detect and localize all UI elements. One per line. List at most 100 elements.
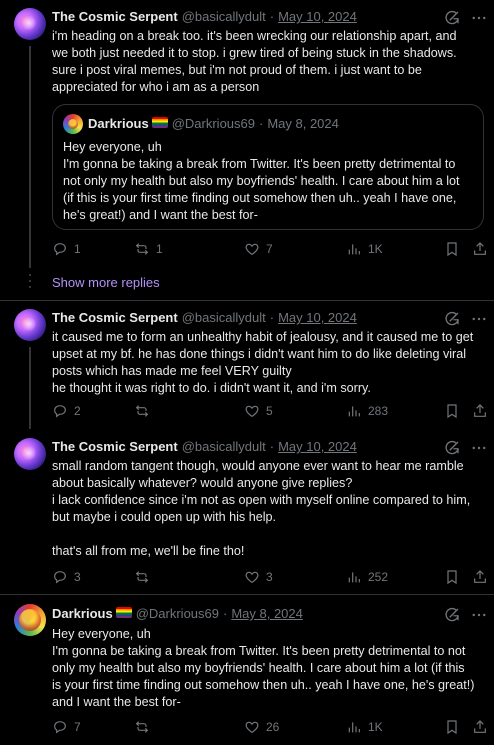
retweet-icon [134, 719, 150, 735]
retweet-icon [134, 241, 150, 257]
reply-icon [52, 403, 68, 419]
display-name[interactable]: Darkrious [52, 606, 113, 621]
grok-icon[interactable] [443, 9, 461, 27]
tweet-1[interactable]: The Cosmic Serpent @basicallydult · May … [0, 0, 494, 270]
like-button[interactable]: 3 [244, 569, 273, 585]
reply-icon [52, 569, 68, 585]
thread-line [29, 46, 31, 268]
grok-icon[interactable] [443, 606, 461, 624]
bookmark-icon [444, 403, 460, 419]
bookmark-button[interactable] [444, 719, 460, 738]
more-icon[interactable] [470, 310, 488, 328]
quote-text: Hey everyone, uh I'm gonna be taking a b… [63, 140, 460, 222]
tweet-actions: 1 1 7 1K [52, 241, 488, 261]
retweet-count: 1 [156, 242, 163, 256]
bookmark-button[interactable] [444, 241, 460, 260]
retweet-icon [134, 403, 150, 419]
share-icon [472, 569, 488, 585]
views-icon [346, 403, 362, 419]
display-name[interactable]: The Cosmic Serpent [52, 9, 178, 24]
share-icon [472, 241, 488, 257]
avatar[interactable] [14, 8, 46, 40]
separator-dot: · [269, 310, 275, 325]
share-icon [472, 403, 488, 419]
share-button[interactable] [472, 569, 488, 588]
reply-count: 7 [74, 720, 81, 734]
views-button[interactable]: 1K [346, 719, 383, 735]
tweet-actions: 7 26 1K [52, 719, 488, 739]
grok-icon[interactable] [443, 439, 461, 457]
avatar[interactable] [14, 604, 46, 636]
like-button[interactable]: 5 [244, 403, 273, 419]
like-icon [244, 569, 260, 585]
views-count: 1K [368, 720, 383, 734]
bookmark-icon [444, 241, 460, 257]
views-icon [346, 719, 362, 735]
views-icon [346, 569, 362, 585]
handle[interactable]: @Darkrious69 [136, 606, 219, 621]
bookmark-button[interactable] [444, 569, 460, 588]
quote-avatar [63, 114, 83, 134]
tweet-text: Hey everyone, uh I'm gonna be taking a b… [52, 627, 475, 709]
share-icon [472, 719, 488, 735]
show-more-replies-link[interactable]: Show more replies [52, 275, 160, 290]
retweet-button[interactable] [134, 403, 156, 419]
reply-button[interactable]: 7 [52, 719, 81, 735]
thread-dots [29, 274, 31, 292]
reply-button[interactable]: 2 [52, 403, 81, 419]
quote-header: Darkrious @Darkrious69 · May 8, 2024 [88, 116, 339, 131]
views-button[interactable]: 283 [346, 403, 388, 419]
handle[interactable]: @basicallydult [182, 439, 266, 454]
separator-dot: · [258, 116, 264, 131]
like-button[interactable]: 26 [244, 719, 279, 735]
grok-icon[interactable] [443, 310, 461, 328]
retweet-button[interactable]: 1 [134, 241, 163, 257]
rainbow-flag-icon [115, 607, 132, 618]
views-button[interactable]: 1K [346, 241, 383, 257]
tweet-date[interactable]: May 8, 2024 [231, 606, 303, 621]
display-name[interactable]: The Cosmic Serpent [52, 310, 178, 325]
like-button[interactable]: 7 [244, 241, 273, 257]
like-count: 7 [266, 242, 273, 256]
tweet-date[interactable]: May 10, 2024 [278, 439, 357, 454]
more-icon[interactable] [470, 439, 488, 457]
display-name[interactable]: The Cosmic Serpent [52, 439, 178, 454]
thread-line [29, 347, 31, 429]
tweet-4[interactable]: Darkrious @Darkrious69 · May 8, 2024 Hey… [0, 595, 494, 745]
tweet-3[interactable]: The Cosmic Serpent @basicallydult · May … [0, 430, 494, 592]
reply-count: 3 [74, 570, 81, 584]
tweet-2[interactable]: The Cosmic Serpent @basicallydult · May … [0, 301, 494, 429]
like-icon [244, 719, 260, 735]
quote-tweet[interactable]: Darkrious @Darkrious69 · May 8, 2024 Hey… [52, 104, 484, 230]
avatar[interactable] [14, 438, 46, 470]
handle[interactable]: @basicallydult [182, 9, 266, 24]
tweet-text: it caused me to form an unhealthy habit … [52, 330, 474, 395]
more-icon[interactable] [470, 606, 488, 624]
bookmark-icon [444, 719, 460, 735]
views-button[interactable]: 252 [346, 569, 388, 585]
retweet-button[interactable] [134, 719, 156, 735]
more-icon[interactable] [470, 9, 488, 27]
like-count: 3 [266, 570, 273, 584]
tweet-text: small random tangent though, would anyon… [52, 459, 471, 558]
quote-date: May 8, 2024 [267, 116, 339, 131]
bookmark-icon [444, 569, 460, 585]
share-button[interactable] [472, 719, 488, 738]
views-icon [346, 241, 362, 257]
separator-dot: · [269, 439, 275, 454]
share-button[interactable] [472, 241, 488, 260]
retweet-button[interactable] [134, 569, 156, 585]
reply-button[interactable]: 1 [52, 241, 81, 257]
handle[interactable]: @basicallydult [182, 310, 266, 325]
views-count: 1K [368, 242, 383, 256]
tweet-date[interactable]: May 10, 2024 [278, 9, 357, 24]
tweet-header: The Cosmic Serpent @basicallydult · May … [52, 9, 357, 24]
views-count: 252 [368, 570, 389, 584]
share-button[interactable] [472, 403, 488, 422]
bookmark-button[interactable] [444, 403, 460, 422]
tweet-header: Darkrious @Darkrious69 · May 8, 2024 [52, 606, 303, 621]
avatar[interactable] [14, 309, 46, 341]
quote-display-name: Darkrious [88, 116, 149, 131]
reply-button[interactable]: 3 [52, 569, 81, 585]
tweet-date[interactable]: May 10, 2024 [278, 310, 357, 325]
